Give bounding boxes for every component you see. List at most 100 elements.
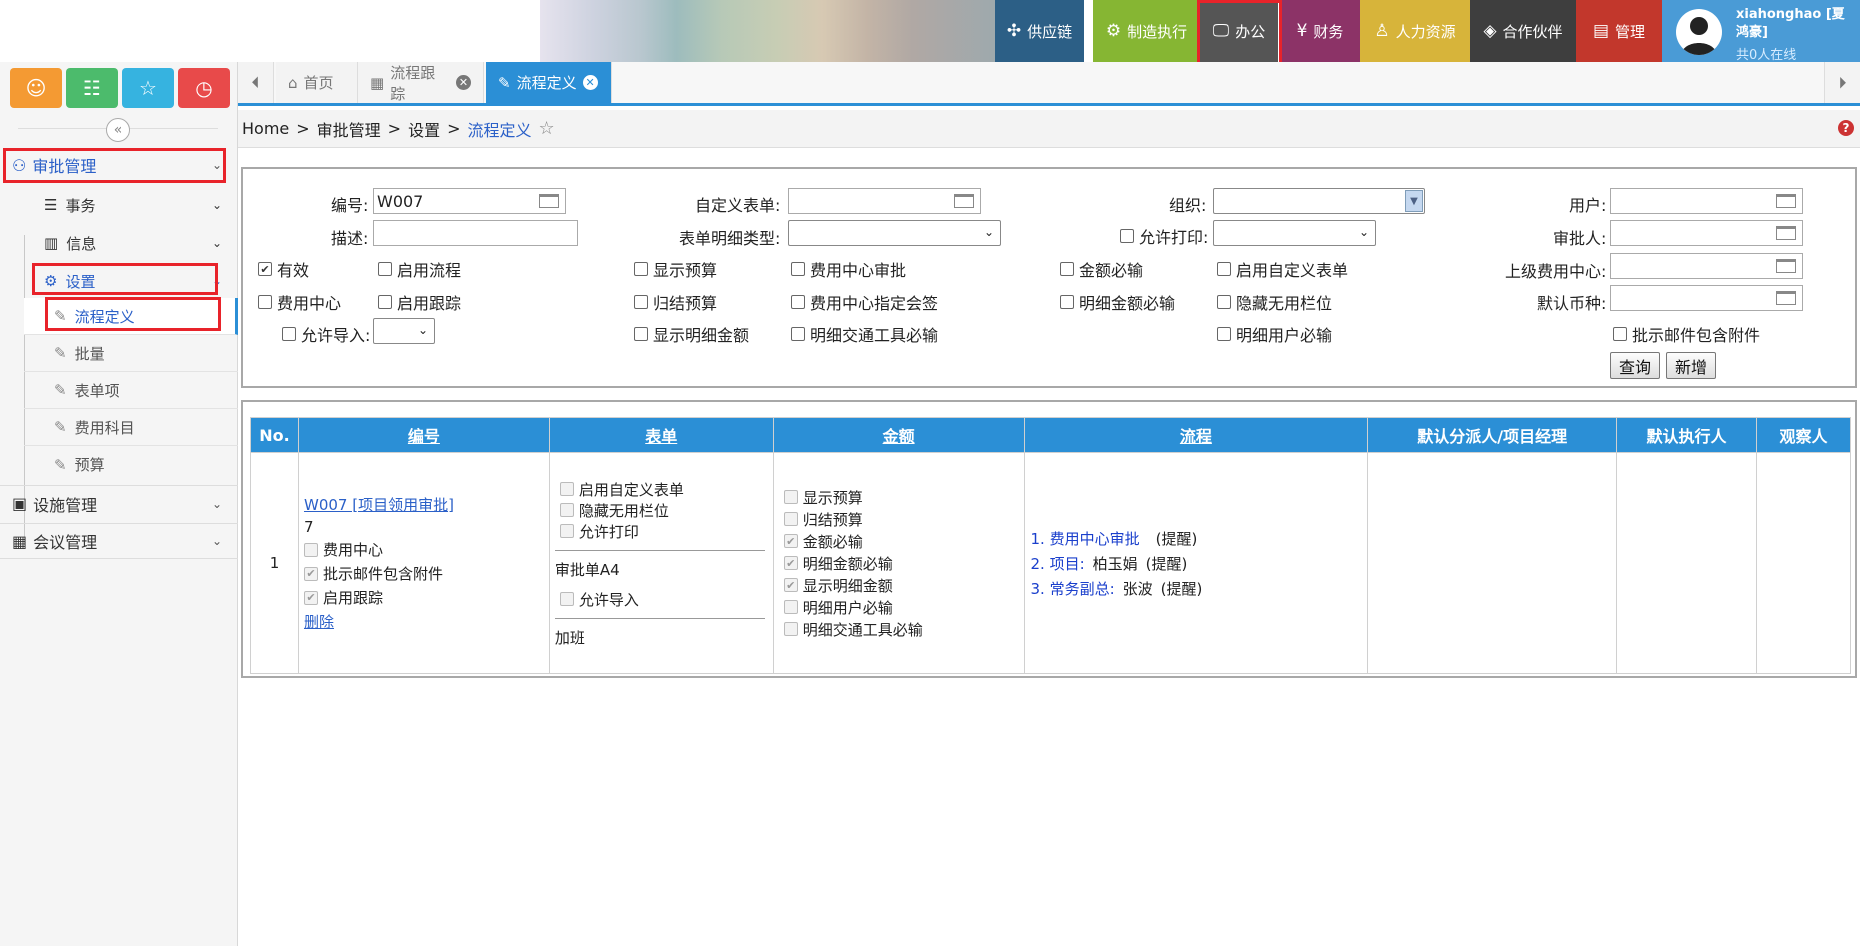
checkbox-box[interactable] <box>378 262 392 276</box>
avatar[interactable] <box>1676 9 1722 55</box>
nav-supply-chain[interactable]: ✣ 供应链 <box>995 0 1084 62</box>
lookup-icon[interactable] <box>954 194 974 208</box>
hide-unused-checkbox[interactable]: 隐藏无用栏位 <box>1217 290 1332 314</box>
detail-transport-required-checkbox[interactable]: 明细交通工具必输 <box>791 322 938 346</box>
query-button[interactable]: 查询 <box>1610 352 1660 379</box>
cost-center-checkbox[interactable]: 费用中心 <box>258 290 341 314</box>
favorite-star-icon[interactable]: ☆ <box>539 118 555 139</box>
allow-print-checkbox[interactable]: 允许打印: <box>1120 224 1208 248</box>
sidebar-item-batch[interactable]: ✎ 批量 <box>24 335 238 372</box>
show-detail-amount-checkbox[interactable]: 显示明细金额 <box>634 322 749 346</box>
close-icon[interactable]: ✕ <box>456 75 471 90</box>
checkbox-box[interactable] <box>1217 262 1231 276</box>
sidebar-item-flow-definition[interactable]: ✎ 流程定义 <box>24 298 238 335</box>
checkbox-box[interactable] <box>1613 327 1627 341</box>
breadcrumb-home[interactable]: Home <box>242 119 289 138</box>
currency-input[interactable] <box>1610 285 1803 311</box>
nav-office[interactable]: 🖵 办公 <box>1200 0 1278 62</box>
sidebar-section-meetings[interactable]: ▦ 会议管理 ⌄ <box>0 523 238 559</box>
nav-hr[interactable]: ♙ 人力资源 <box>1360 0 1470 62</box>
amount-required-checkbox[interactable]: 金额必输 <box>1060 257 1143 281</box>
quick-history-button[interactable]: ◷ <box>178 68 230 108</box>
org-select[interactable]: ▼ <box>1213 188 1425 214</box>
enable-tracking-checkbox[interactable]: 启用跟踪 <box>378 290 461 314</box>
nav-admin[interactable]: ▤ 管理 <box>1576 0 1662 62</box>
checkbox-box[interactable]: ✔ <box>258 262 272 276</box>
breadcrumb-level1[interactable]: 审批管理 <box>317 117 381 141</box>
valid-checkbox[interactable]: ✔ 有效 <box>258 257 309 281</box>
cc-cosign-checkbox[interactable]: 费用中心指定会签 <box>791 290 938 314</box>
lookup-icon[interactable] <box>1776 226 1796 240</box>
checkbox-box[interactable] <box>634 295 648 309</box>
sidebar-item-form-items[interactable]: ✎ 表单项 <box>24 372 238 409</box>
checkbox-box[interactable] <box>1060 262 1074 276</box>
col-header-form[interactable]: 表单 <box>548 417 774 453</box>
sidebar-section-approval[interactable]: ⚇ 审批管理 ⌄ <box>0 147 238 183</box>
checkbox-box[interactable] <box>1217 327 1231 341</box>
delete-link[interactable]: 删除 <box>304 611 549 632</box>
lookup-icon[interactable] <box>1776 291 1796 305</box>
desc-input[interactable] <box>373 220 578 246</box>
tab-scroll-left[interactable]: ⏴ <box>238 62 274 103</box>
col-header-amount[interactable]: 金额 <box>772 417 1025 453</box>
quick-list-button[interactable]: ☷ <box>66 68 118 108</box>
nav-partners[interactable]: ◈ 合作伙伴 <box>1470 0 1576 62</box>
show-budget-checkbox[interactable]: 显示预算 <box>634 257 717 281</box>
detail-type-select[interactable]: ⌄ <box>788 220 1001 246</box>
lookup-icon[interactable] <box>539 194 559 208</box>
checkbox-box[interactable] <box>791 262 805 276</box>
allow-import-select[interactable]: ⌄ <box>373 318 435 344</box>
nav-finance[interactable]: ¥ 财务 <box>1280 0 1360 62</box>
checkbox-box[interactable] <box>1120 229 1134 243</box>
close-budget-checkbox[interactable]: 归结预算 <box>634 290 717 314</box>
enable-flow-checkbox[interactable]: 启用流程 <box>378 257 461 281</box>
sidebar-item-expense-subjects[interactable]: ✎ 费用科目 <box>24 409 238 446</box>
breadcrumb-level2[interactable]: 设置 <box>408 117 440 141</box>
allow-print-select[interactable]: ⌄ <box>1213 220 1376 246</box>
checkbox-box[interactable] <box>791 295 805 309</box>
enable-custom-form-checkbox[interactable]: 启用自定义表单 <box>1217 257 1348 281</box>
help-icon[interactable]: ? <box>1838 120 1854 136</box>
collapse-sidebar-button[interactable]: « <box>106 118 130 142</box>
checkbox-box[interactable] <box>634 327 648 341</box>
flow-code-link[interactable]: W007 [项目领用审批] <box>304 494 549 515</box>
allow-import-checkbox[interactable]: 允许导入: <box>282 322 370 346</box>
sidebar-item-info[interactable]: ▥ 信息 ⌄ <box>44 225 238 261</box>
mail-attachment-checkbox[interactable]: 批示邮件包含附件 <box>1613 322 1760 346</box>
user-panel[interactable]: xiahonghao [夏鸿豪] 共0人在线 <box>1662 0 1860 63</box>
tab-flow-tracking[interactable]: ▦ 流程跟踪 ✕ <box>358 62 484 103</box>
parent-cc-input[interactable] <box>1610 253 1803 279</box>
sidebar-section-facilities[interactable]: ▣ 设施管理 ⌄ <box>0 485 238 521</box>
checkbox-box[interactable] <box>1217 295 1231 309</box>
tab-flow-definition[interactable]: ✎ 流程定义 ✕ <box>486 62 612 103</box>
sidebar-item-affairs[interactable]: ☰ 事务 ⌄ <box>44 187 238 223</box>
checkbox-box[interactable] <box>791 327 805 341</box>
chevron-down-icon: ⌄ <box>1358 225 1369 239</box>
checkbox-box[interactable] <box>282 327 296 341</box>
lookup-icon[interactable] <box>1776 259 1796 273</box>
sidebar-item-budget[interactable]: ✎ 预算 <box>24 446 238 483</box>
add-button[interactable]: 新增 <box>1666 352 1716 379</box>
checkbox-box[interactable] <box>1060 295 1074 309</box>
tab-scroll-right[interactable]: ⏵ <box>1824 62 1860 103</box>
checkbox-box[interactable] <box>258 295 272 309</box>
col-header-code[interactable]: 编号 <box>297 417 550 453</box>
tab-home[interactable]: ⌂ 首页 <box>276 62 358 103</box>
approver-input[interactable] <box>1610 220 1803 246</box>
nav-manufacturing[interactable]: ⚙ 制造执行 <box>1093 0 1200 62</box>
col-header-flow[interactable]: 流程 <box>1023 417 1369 453</box>
quick-user-button[interactable]: ☺ <box>10 68 62 108</box>
cc-approval-checkbox[interactable]: 费用中心审批 <box>791 257 906 281</box>
custom-form-input[interactable] <box>788 188 981 214</box>
detail-amount-required-checkbox[interactable]: 明细金额必输 <box>1060 290 1175 314</box>
lookup-icon[interactable] <box>1776 194 1796 208</box>
sidebar-item-settings[interactable]: ⚙ 设置 ⌄ <box>44 263 238 299</box>
code-input[interactable]: W007 <box>373 188 566 214</box>
checkbox-box[interactable] <box>378 295 392 309</box>
user-input[interactable] <box>1610 188 1803 214</box>
close-icon[interactable]: ✕ <box>582 75 598 90</box>
quick-favorite-button[interactable]: ☆ <box>122 68 174 108</box>
checkbox-box[interactable] <box>634 262 648 276</box>
detail-user-required-checkbox[interactable]: 明细用户必输 <box>1217 322 1332 346</box>
